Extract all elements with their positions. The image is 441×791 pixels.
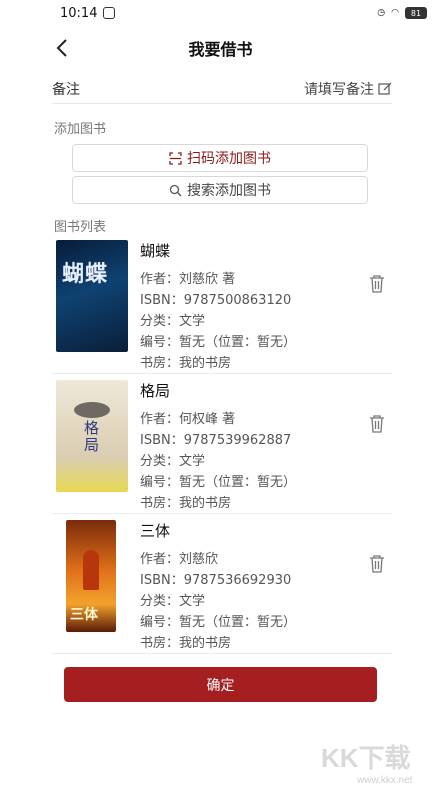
- book-title: 格局: [140, 382, 171, 400]
- book-author: 作者：刘慈欣: [140, 552, 219, 567]
- remark-input[interactable]: 请填写备注: [304, 79, 392, 99]
- back-arrow-icon: [56, 39, 67, 57]
- cover-stone: [74, 402, 110, 418]
- status-right: ◷ ◠ 81: [377, 7, 427, 19]
- book-isbn: ISBN：9787500863120: [140, 293, 292, 308]
- book-title: 三体: [140, 522, 171, 540]
- book-isbn: ISBN：9787536692930: [140, 573, 292, 588]
- book-author: 作者：何权峰 著: [140, 412, 236, 427]
- trash-icon[interactable]: [368, 554, 386, 574]
- book-item[interactable]: 格局 格局 作者：何权峰 著 ISBN：9787539962887 分类：文学 …: [52, 374, 392, 514]
- book-info: 三体 作者：刘慈欣 ISBN：9787536692930 分类：文学 编号：暂无…: [140, 520, 296, 654]
- status-time: 10:14: [60, 5, 98, 21]
- search-add-button[interactable]: 搜索添加图书: [72, 176, 368, 204]
- cover-figure: [83, 550, 99, 590]
- book-list: 蝴蝶 蝴蝶 作者：刘慈欣 著 ISBN：9787500863120 分类：文学 …: [52, 234, 392, 654]
- book-info: 格局 作者：何权峰 著 ISBN：9787539962887 分类：文学 编号：…: [140, 380, 296, 514]
- alarm-icon: ◷: [377, 8, 386, 18]
- book-item[interactable]: 三体 三体 作者：刘慈欣 ISBN：9787536692930 分类：文学 编号…: [52, 514, 392, 654]
- battery-icon: 81: [405, 7, 427, 19]
- book-category: 分类：文学: [140, 454, 206, 469]
- status-bar: 10:14 ◷ ◠ 81: [0, 0, 441, 26]
- book-isbn: ISBN：9787539962887: [140, 433, 292, 448]
- book-library: 书房：我的书房: [140, 356, 232, 371]
- cover-title: 蝴蝶: [62, 262, 109, 287]
- scan-add-label: 扫码添加图书: [187, 151, 271, 167]
- add-section-label: 添加图书: [54, 122, 107, 137]
- book-code: 编号：暂无（位置：暂无）: [140, 335, 297, 350]
- cover-title: 三体: [70, 607, 98, 623]
- book-library: 书房：我的书房: [140, 636, 232, 651]
- nav-bar: 我要借书: [0, 28, 441, 68]
- book-category: 分类：文学: [140, 314, 206, 329]
- notification-icon: [103, 7, 116, 19]
- book-code: 编号：暂无（位置：暂无）: [140, 615, 297, 630]
- remark-placeholder: 请填写备注: [304, 81, 374, 98]
- search-icon: [169, 184, 182, 196]
- watermark-text: KK下载: [321, 743, 411, 773]
- scan-add-button[interactable]: 扫码添加图书: [72, 144, 368, 172]
- back-button[interactable]: [50, 34, 74, 62]
- book-cover: 格局: [56, 380, 128, 492]
- status-left: 10:14: [60, 5, 116, 21]
- remark-label: 备注: [52, 81, 80, 98]
- trash-icon[interactable]: [368, 414, 386, 434]
- book-cover: 蝴蝶: [56, 240, 128, 352]
- confirm-button[interactable]: 确定: [64, 667, 377, 702]
- book-title: 蝴蝶: [140, 242, 171, 260]
- watermark-logo: KK下载 www.kkx.net: [321, 743, 413, 786]
- book-library: 书房：我的书房: [140, 496, 232, 511]
- scan-icon: [169, 151, 182, 165]
- book-author: 作者：刘慈欣 著: [140, 272, 236, 287]
- page-title: 我要借书: [188, 40, 253, 59]
- remark-row: 备注 请填写备注: [52, 74, 392, 104]
- book-code: 编号：暂无（位置：暂无）: [140, 475, 297, 490]
- book-item[interactable]: 蝴蝶 蝴蝶 作者：刘慈欣 著 ISBN：9787500863120 分类：文学 …: [52, 234, 392, 374]
- wifi-icon: ◠: [391, 8, 399, 18]
- book-category: 分类：文学: [140, 594, 206, 609]
- book-cover: 三体: [66, 520, 116, 632]
- list-section-label: 图书列表: [54, 220, 107, 235]
- trash-icon[interactable]: [368, 274, 386, 294]
- search-add-label: 搜索添加图书: [187, 183, 271, 199]
- edit-icon: [378, 82, 392, 95]
- watermark-url: www.kkx.net: [356, 775, 413, 786]
- cover-title: 格局: [84, 419, 100, 454]
- book-info: 蝴蝶 作者：刘慈欣 著 ISBN：9787500863120 分类：文学 编号：…: [140, 240, 296, 374]
